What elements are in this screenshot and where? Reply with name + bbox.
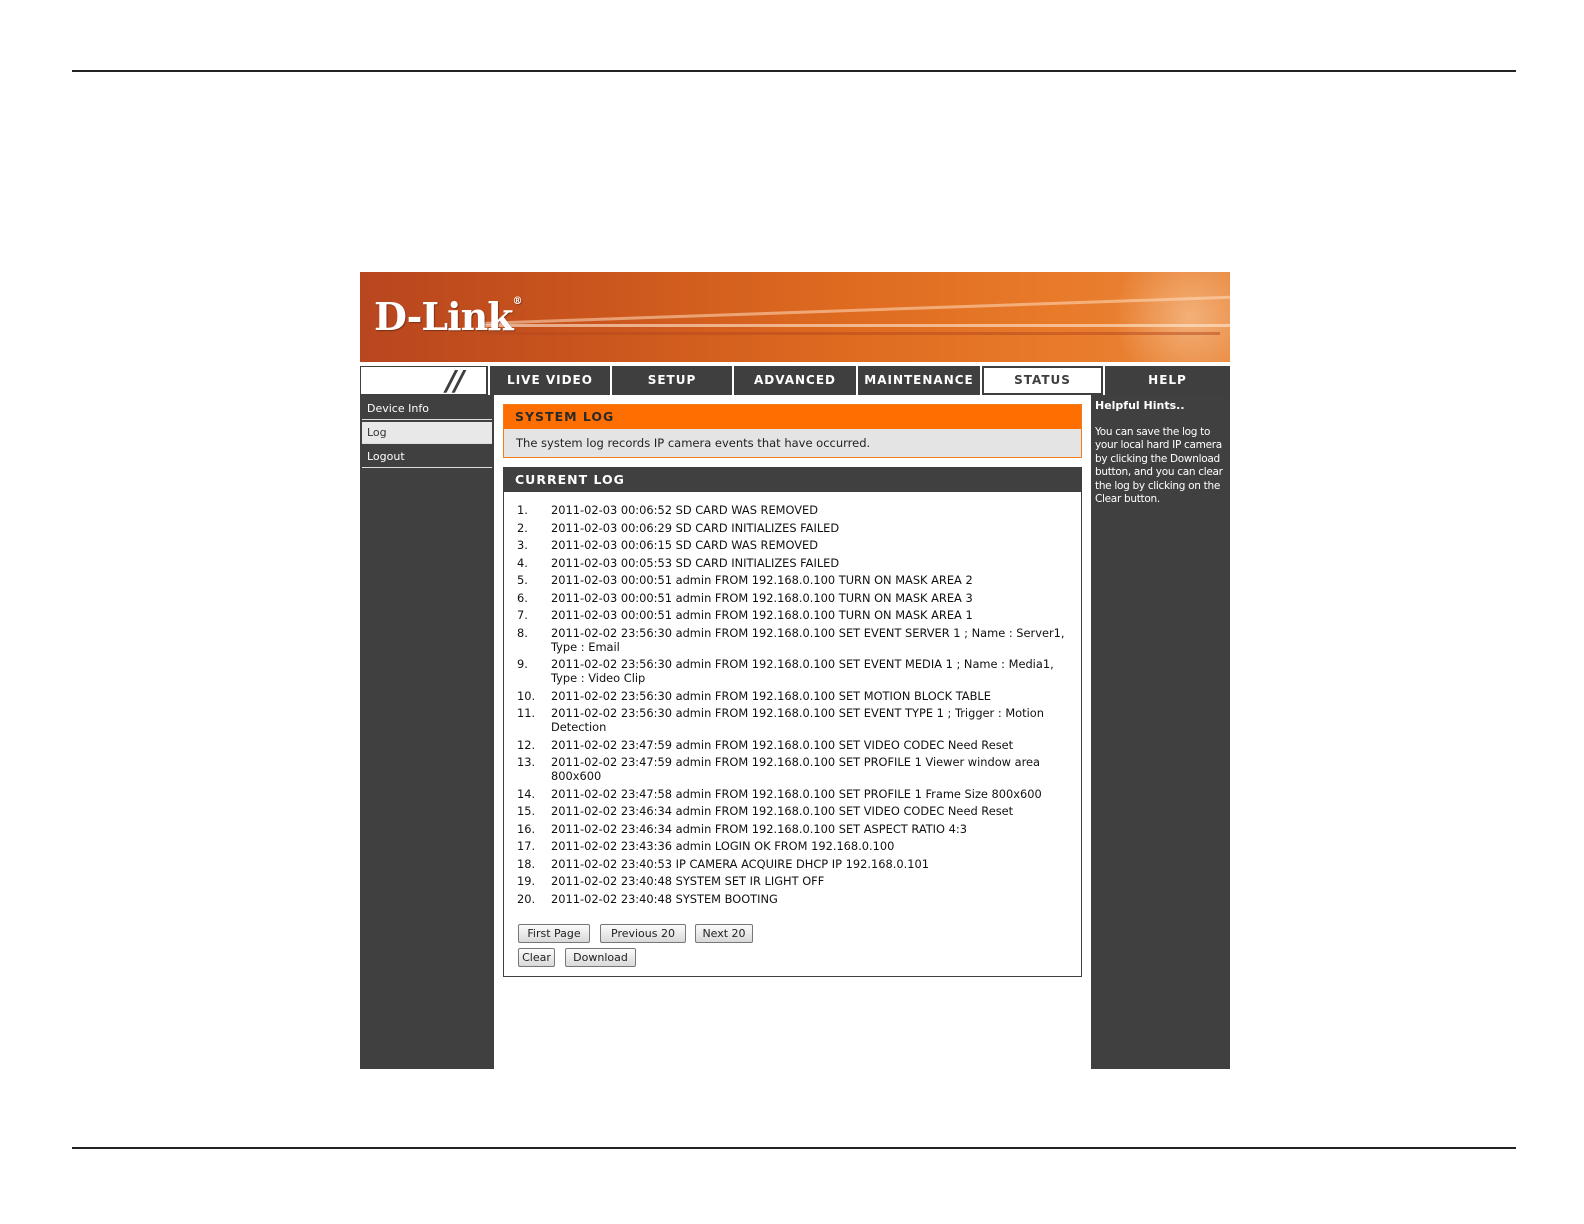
banner-swoosh — [480, 324, 1230, 327]
log-entry-text: 2011-02-02 23:56:30 admin FROM 192.168.0… — [551, 688, 991, 703]
tab-help[interactable]: HELP — [1105, 367, 1230, 394]
log-entry-number: 2. — [517, 520, 528, 535]
log-entry: 9. 2011-02-02 23:56:30 admin FROM 192.168… — [517, 657, 1067, 685]
log-entry: 8. 2011-02-02 23:56:30 admin FROM 192.168… — [517, 626, 1067, 654]
tab-setup[interactable]: SETUP — [612, 367, 732, 394]
log-entry-number: 4. — [517, 555, 528, 570]
log-entry: 19. 2011-02-02 23:40:48 SYSTEM SET IR LIG… — [517, 874, 1067, 888]
log-entry-text: 2011-02-02 23:56:30 admin FROM 192.168.0… — [551, 706, 1044, 734]
help-text: You can save the log to your local hard … — [1095, 426, 1223, 506]
banner-glow — [1110, 272, 1230, 362]
log-entry: 13. 2011-02-02 23:47:59 admin FROM 192.16… — [517, 755, 1067, 783]
log-entry: 16. 2011-02-02 23:46:34 admin FROM 192.16… — [517, 822, 1067, 836]
log-entry: 20. 2011-02-02 23:40:48 SYSTEM BOOTING — [517, 892, 1067, 906]
log-entry: 15. 2011-02-02 23:46:34 admin FROM 192.16… — [517, 804, 1067, 818]
log-entry: 2. 2011-02-03 00:06:29 SD CARD INITIALIZE… — [517, 521, 1067, 535]
log-entry: 11. 2011-02-02 23:56:30 admin FROM 192.16… — [517, 706, 1067, 734]
dlink-banner: D-Link® — [360, 272, 1230, 362]
banner-swoosh — [480, 332, 1220, 335]
log-entry-text: 2011-02-03 00:06:52 SD CARD WAS REMOVED — [551, 503, 819, 517]
log-entry: 3. 2011-02-03 00:06:15 SD CARD WAS REMOVE… — [517, 538, 1067, 552]
log-entry: 18. 2011-02-02 23:40:53 IP CAMERA ACQUIRE… — [517, 857, 1067, 871]
sidebar-item-logout[interactable]: Logout — [362, 446, 492, 468]
help-title: Helpful Hints.. — [1095, 399, 1185, 412]
tab-separator — [980, 366, 982, 395]
log-entry-number: 15. — [517, 804, 536, 818]
current-log-header: CURRENT LOG — [504, 468, 1081, 492]
help-panel: Helpful Hints.. You can save the log to … — [1091, 395, 1230, 1069]
system-log-header: SYSTEM LOG — [504, 405, 1081, 429]
log-entry-number: 18. — [517, 856, 536, 871]
next-20-button[interactable]: Next 20 — [695, 924, 753, 943]
log-entry: 6. 2011-02-03 00:00:51 admin FROM 192.168… — [517, 591, 1067, 605]
log-entry: 10. 2011-02-02 23:56:30 admin FROM 192.16… — [517, 689, 1067, 703]
tab-advanced[interactable]: ADVANCED — [734, 367, 856, 394]
log-entry: 1. 2011-02-03 00:06:52 SD CARD WAS REMOVE… — [517, 503, 1067, 517]
sidebar-item-device-info[interactable]: Device Info — [362, 398, 492, 420]
previous-20-button[interactable]: Previous 20 — [600, 924, 686, 943]
top-nav: // LIVE VIDEO SETUP ADVANCED MAINTENANCE… — [360, 364, 1230, 397]
log-entry-number: 9. — [517, 657, 528, 671]
log-list: 1. 2011-02-03 00:06:52 SD CARD WAS REMOVE… — [517, 503, 1067, 909]
dlink-logo: D-Link® — [374, 294, 523, 339]
sidebar-item-log[interactable]: Log — [362, 422, 492, 444]
log-entry-number: 16. — [517, 821, 536, 836]
bottom-rule — [72, 1147, 1516, 1149]
log-entry-number: 19. — [517, 874, 536, 888]
log-entry-text: 2011-02-02 23:47:59 admin FROM 192.168.0… — [551, 737, 1014, 752]
log-entry-text: 2011-02-03 00:00:51 admin FROM 192.168.0… — [551, 573, 973, 587]
log-entry-number: 12. — [517, 737, 536, 752]
log-entry-text: 2011-02-03 00:06:15 SD CARD WAS REMOVED — [551, 538, 819, 552]
log-entry-text: 2011-02-03 00:00:51 admin FROM 192.168.0… — [551, 590, 973, 605]
log-entry-number: 20. — [517, 891, 536, 906]
log-entry-number: 17. — [517, 839, 536, 853]
log-entry-number: 14. — [517, 786, 536, 801]
download-button[interactable]: Download — [565, 948, 636, 967]
log-entry: 14. 2011-02-02 23:47:58 admin FROM 192.16… — [517, 787, 1067, 801]
log-entry-text: 2011-02-02 23:56:30 admin FROM 192.168.0… — [551, 657, 1054, 685]
current-log-title: CURRENT LOG — [515, 472, 625, 487]
first-page-button[interactable]: First Page — [518, 924, 590, 943]
log-entry-number: 6. — [517, 590, 528, 605]
log-entry-number: 1. — [517, 503, 528, 517]
log-entry: 5. 2011-02-03 00:00:51 admin FROM 192.168… — [517, 573, 1067, 587]
log-entry: 4. 2011-02-03 00:05:53 SD CARD INITIALIZE… — [517, 556, 1067, 570]
log-entry-text: 2011-02-02 23:40:48 SYSTEM SET IR LIGHT … — [551, 874, 825, 888]
log-entry-text: 2011-02-02 23:40:48 SYSTEM BOOTING — [551, 891, 778, 906]
log-entry: 7. 2011-02-03 00:00:51 admin FROM 192.168… — [517, 608, 1067, 622]
log-entry-number: 10. — [517, 688, 536, 703]
system-log-panel: SYSTEM LOG The system log records IP cam… — [503, 404, 1082, 458]
log-entry-text: 2011-02-03 00:00:51 admin FROM 192.168.0… — [551, 608, 973, 622]
current-log-panel: CURRENT LOG 1. 2011-02-03 00:06:52 SD CAR… — [503, 467, 1082, 977]
log-entry-text: 2011-02-02 23:40:53 IP CAMERA ACQUIRE DH… — [551, 856, 929, 871]
log-entry-number: 7. — [517, 608, 528, 622]
log-entry-number: 3. — [517, 538, 528, 552]
camera-web-ui: D-Link® // LIVE VIDEO SETUP ADVANCED MAI… — [360, 272, 1230, 1069]
registered-mark: ® — [512, 296, 523, 307]
log-entry-text: 2011-02-03 00:05:53 SD CARD INITIALIZES … — [551, 555, 840, 570]
log-entry-text: 2011-02-03 00:06:29 SD CARD INITIALIZES … — [551, 520, 840, 535]
log-entry-number: 8. — [517, 625, 528, 640]
log-entry-number: 5. — [517, 573, 528, 587]
tab-live-video[interactable]: LIVE VIDEO — [490, 367, 610, 394]
log-entry-text: 2011-02-02 23:43:36 admin LOGIN OK FROM … — [551, 839, 895, 853]
left-sidebar: Device Info Log Logout — [360, 395, 494, 1069]
clear-button[interactable]: Clear — [518, 948, 555, 967]
log-entry-number: 11. — [517, 706, 536, 720]
log-entry: 12. 2011-02-02 23:47:59 admin FROM 192.16… — [517, 738, 1067, 752]
logo-text: D-Link — [374, 294, 514, 339]
log-entry-text: 2011-02-02 23:47:58 admin FROM 192.168.0… — [551, 786, 1042, 801]
log-entry-number: 13. — [517, 755, 536, 769]
log-entry-text: 2011-02-02 23:46:34 admin FROM 192.168.0… — [551, 804, 1014, 818]
system-log-title: SYSTEM LOG — [515, 409, 615, 424]
log-entry-text: 2011-02-02 23:47:59 admin FROM 192.168.0… — [551, 755, 1041, 783]
log-entry-text: 2011-02-02 23:46:34 admin FROM 192.168.0… — [551, 821, 967, 836]
log-entry: 17. 2011-02-02 23:43:36 admin LOGIN OK FR… — [517, 839, 1067, 853]
system-log-description: The system log records IP camera events … — [516, 436, 871, 450]
log-entry-text: 2011-02-02 23:56:30 admin FROM 192.168.0… — [551, 625, 1065, 654]
top-rule — [72, 70, 1516, 72]
tab-maintenance[interactable]: MAINTENANCE — [858, 367, 980, 394]
tab-status[interactable]: STATUS — [983, 367, 1102, 394]
